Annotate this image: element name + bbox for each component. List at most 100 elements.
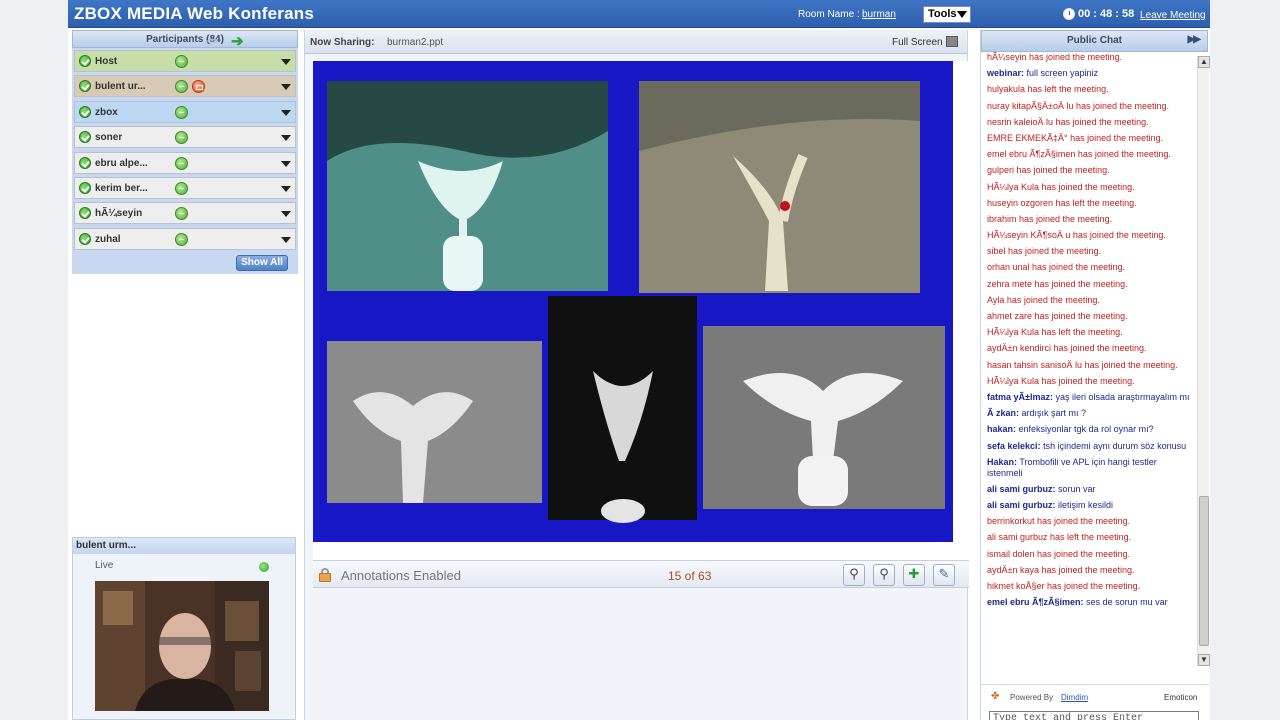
chat-message: berrinkorkut has joined the meeting. [987,516,1191,527]
chat-message: HÃ¼lya Kula has joined the meeting. [987,182,1191,193]
chat-message: nesrin kaleioÄ lu has joined the meeting… [987,117,1191,128]
chat-message: ali sami gurbuz: sorun var [987,484,1191,495]
show-all-button[interactable]: Show All [236,255,288,271]
chat-icon[interactable] [175,80,188,94]
chat-message: emel ebru Ã¶zÃ§imen has joined the meeti… [987,149,1191,160]
status-ok-icon [79,232,91,245]
zoom-in-button[interactable]: ⚲ [873,564,895,586]
chat-header: Public Chat ▶▶ [981,30,1208,52]
emoticon-button[interactable]: Emoticon [1164,693,1197,702]
chat-icon[interactable] [175,105,188,119]
webcam-video [95,581,269,711]
message-text: nuray kitapÃ§Ä±oÄ lu has joined the meet… [987,100,1170,111]
participant-row[interactable]: kerim ber... [74,176,296,199]
video-title: bulent urm... [73,538,295,554]
expand-icon[interactable]: ▶▶ [1188,34,1201,45]
chat-icon[interactable] [175,181,188,195]
chevron-down-icon[interactable] [281,135,291,142]
participant-row[interactable]: ebru alpe... [74,151,296,174]
message-author: emel ebru Ã¶zÃ§imen: [987,597,1084,608]
chevron-down-icon[interactable] [281,211,291,218]
participant-row[interactable]: zuhal [74,227,296,250]
participant-name: kerim ber... [95,182,148,194]
chat-input[interactable]: Type text and press Enter [989,711,1199,720]
chat-panel: Public Chat ▶▶ hÃ¼seyin has joined the m… [980,30,1210,720]
participant-row[interactable]: zbox [74,100,296,123]
message-text: ismail dolen has joined the meeting. [987,548,1131,559]
message-text: HÃ¼lya Kula has left the meeting. [987,327,1123,338]
message-text: Ayla has joined the meeting. [987,294,1100,305]
pen-icon: ✎ [938,567,950,582]
chat-message: huseyin ozgoren has left the meeting. [987,198,1191,209]
slide-images [327,81,945,523]
arrow-left-icon[interactable]: ⇦ [207,33,218,49]
tools-dropdown[interactable]: Tools [923,6,971,23]
hand-raise-icon[interactable] [192,80,205,94]
chevron-down-icon[interactable] [281,109,291,116]
chevron-down-icon [957,11,967,18]
message-text: sorun var [1058,483,1096,494]
status-ok-icon [79,181,91,194]
slide-viewport [313,61,969,588]
message-text: HÃ¼lya Kula has joined the meeting. [987,181,1135,192]
scroll-down-icon[interactable]: ▼ [1198,654,1210,666]
chat-footer: ✤ Powered By Dimdim Emoticon Type text a… [981,684,1209,720]
message-text: orhan unal has joined the meeting. [987,262,1126,273]
message-text: ibrahim has joined the meeting. [987,213,1113,224]
message-text: HÃ¼lya Kula has joined the meeting. [987,375,1135,386]
chat-message: fatma yÃ±lmaz: yaş ileri olsada araştırm… [987,392,1191,403]
leave-meeting-link[interactable]: Leave Meeting [1140,10,1206,21]
chat-icon[interactable] [175,131,188,145]
scroll-thumb[interactable] [1199,496,1209,646]
webcam-frame [95,581,269,711]
message-author: fatma yÃ±lmaz: [987,391,1053,402]
message-text: aydÄ±n kaya has joined the meeting. [987,564,1135,575]
room-name-link[interactable]: burman [862,9,896,20]
status-ok-icon [79,131,91,144]
fullscreen-button[interactable]: Full Screen [892,37,943,48]
chat-icon[interactable] [175,156,188,170]
participants-list: Host bulent ur... zbox soner ebru alpe..… [72,48,298,274]
participant-name: soner [95,132,123,144]
dimdim-logo-icon: ✤ [991,691,1000,702]
sharing-bar: Now Sharing: burman2.ppt Full Screen [305,30,967,54]
message-text: yaş ileri olsada araştırmayalım mı [1055,391,1190,402]
chat-message: hasan tahsin sanisoÄ lu has joined the m… [987,360,1191,371]
participants-panel: Participants (84) ⇦ ➔ Host bulent ur... [72,30,298,274]
chevron-down-icon[interactable] [281,185,291,192]
message-author: ali sami gurbuz: [987,500,1056,511]
pen-button[interactable]: ✎ [933,564,955,586]
room-name-label: Room Name : [798,9,860,20]
participant-row[interactable]: bulent ur... [74,75,296,98]
participant-row[interactable]: soner [74,126,296,149]
chat-icon[interactable] [175,207,188,221]
chevron-down-icon[interactable] [281,59,291,65]
zoom-out-button[interactable]: ⚲ [843,564,865,586]
participant-row[interactable]: hÃ¼seyin [74,202,296,225]
chevron-down-icon[interactable] [281,236,291,243]
app-title: ZBOX MEDIA Web Konferans [74,4,314,23]
message-author: webinar: [987,68,1025,79]
dimdim-link[interactable]: Dimdim [1061,693,1088,702]
message-text: sibel has joined the meeting. [987,246,1102,257]
chat-icon[interactable] [175,55,188,68]
chat-icon[interactable] [175,232,188,246]
clock-icon [1063,8,1075,20]
lock-icon [319,568,331,582]
participant-name: hÃ¼seyin [95,208,143,220]
chat-message: ahmet zare has joined the meeting. [987,311,1191,322]
message-text: ali sami gurbuz has left the meeting. [987,532,1132,543]
screen: ZBOX MEDIA Web Konferans Room Name : bur… [0,0,1280,720]
chat-message: Hakan: Trombofili ve APL için hangi test… [987,457,1191,479]
pan-button[interactable]: ✚ [903,564,925,586]
scroll-up-icon[interactable]: ▲ [1198,56,1210,68]
participant-name: zuhal [95,233,121,245]
participant-row[interactable]: Host [74,50,296,72]
powered-by-label: Powered By [1010,693,1054,702]
chevron-down-icon[interactable] [281,160,291,167]
status-ok-icon [79,105,91,118]
message-text: hulyakula has left the meeting. [987,84,1109,95]
fullscreen-icon[interactable] [946,36,958,47]
chat-scrollbar[interactable]: ▲ ▼ [1197,56,1210,666]
chevron-down-icon[interactable] [281,84,291,91]
